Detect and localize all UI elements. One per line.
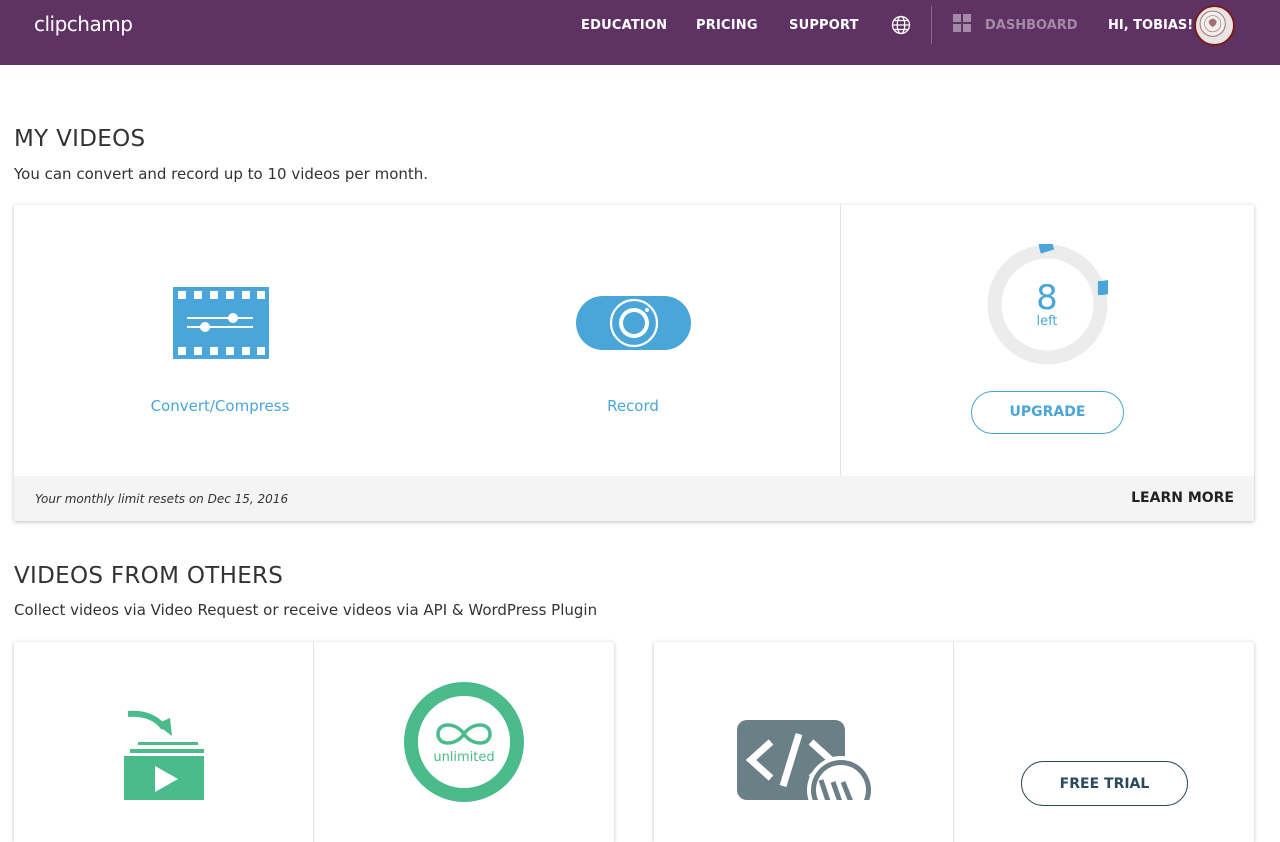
grid-icon[interactable] [953,14,971,32]
unlimited-label: unlimited [433,750,495,765]
video-request-card [14,642,614,842]
upgrade-button[interactable]: UPGRADE [971,391,1124,434]
my-videos-subtitle: You can convert and record up to 10 vide… [14,165,429,183]
camera-icon[interactable] [576,296,691,350]
nav-dashboard[interactable]: DASHBOARD [985,18,1078,33]
avatar[interactable] [1194,5,1235,46]
convert-compress-link[interactable]: Convert/Compress [140,397,300,415]
user-greeting[interactable]: HI, TOBIAS! [1108,18,1193,33]
videos-left-label: left [1036,314,1058,329]
my-videos-title: MY VIDEOS [14,126,146,152]
limit-reset-note: Your monthly limit resets on Dec 15, 201… [35,492,289,506]
videos-from-others-title: VIDEOS FROM OTHERS [14,563,284,589]
nav-support[interactable]: SUPPORT [789,18,859,33]
record-link[interactable]: Record [573,397,693,415]
video-request-icon[interactable] [122,710,206,800]
card-divider [313,642,314,842]
nav-education[interactable]: EDUCATION [581,18,667,33]
videos-from-others-subtitle: Collect videos via Video Request or rece… [14,601,598,619]
card-divider [840,205,841,476]
free-trial-button[interactable]: FREE TRIAL [1021,761,1188,806]
unlimited-badge-icon [404,682,524,802]
top-navigation-bar: clipchamp EDUCATION PRICING SUPPORT DASH… [0,0,1280,65]
nav-pricing[interactable]: PRICING [696,18,758,33]
code-wordpress-icon[interactable] [737,720,872,800]
nav-divider [931,6,932,44]
learn-more-link[interactable]: LEARN MORE [1131,490,1234,506]
card-footer: Your monthly limit resets on Dec 15, 201… [14,476,1254,521]
clipchamp-logo[interactable]: clipchamp [34,12,133,36]
film-sliders-icon[interactable] [173,287,269,359]
globe-icon[interactable] [891,15,911,35]
card-divider [953,642,954,842]
videos-left-count: 8 [1036,278,1058,318]
